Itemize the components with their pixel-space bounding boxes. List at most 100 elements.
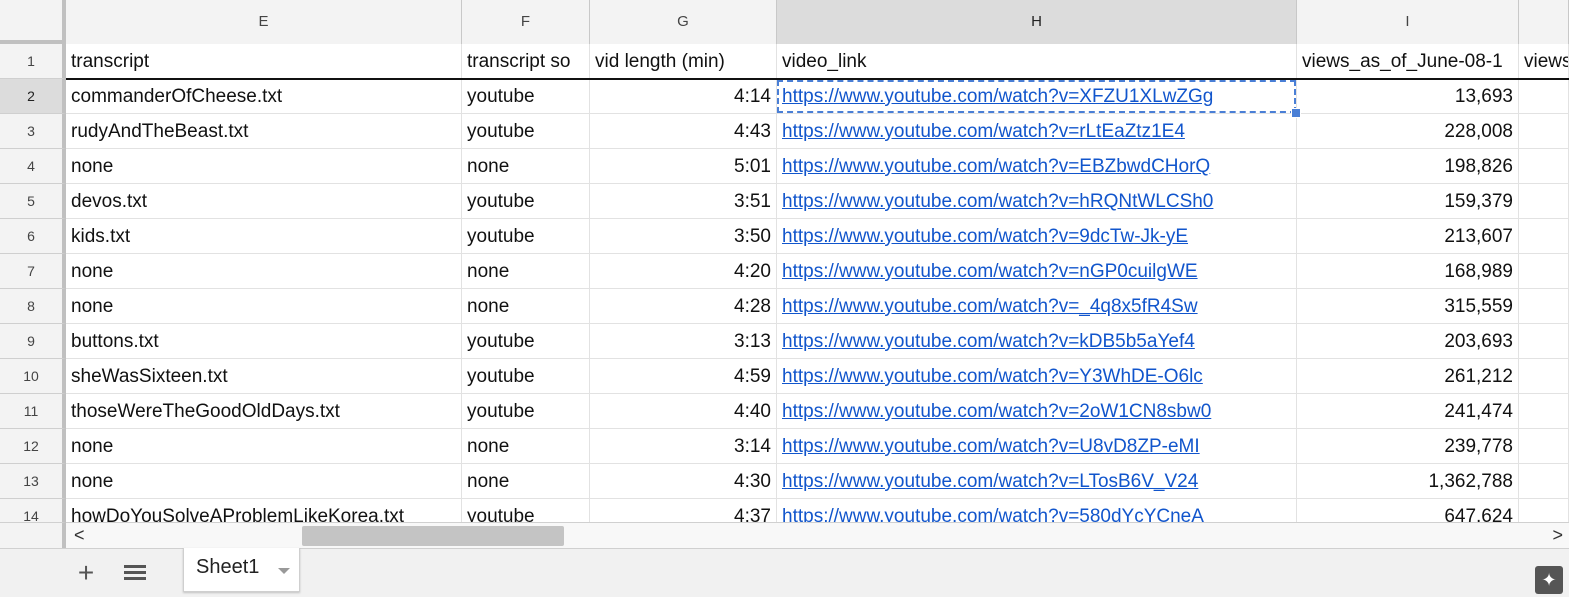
table-cell-views[interactable]: 213,607 xyxy=(1297,219,1519,254)
table-cell-transcript[interactable]: none xyxy=(66,289,462,324)
table-cell-length[interactable]: 4:30 xyxy=(590,464,777,499)
table-cell-length[interactable]: 4:43 xyxy=(590,114,777,149)
row-header[interactable]: 13 xyxy=(0,464,66,499)
table-cell[interactable] xyxy=(1519,289,1569,324)
row-header[interactable]: 7 xyxy=(0,254,66,289)
table-cell-views[interactable]: 261,212 xyxy=(1297,359,1519,394)
table-cell[interactable] xyxy=(1519,79,1569,114)
row-header[interactable]: 12 xyxy=(0,429,66,464)
table-cell-transcript[interactable]: devos.txt xyxy=(66,184,462,219)
video-link-cell[interactable]: https://www.youtube.com/watch?v=nGP0cuil… xyxy=(777,254,1297,289)
sheet-tab-sheet1[interactable]: Sheet1 xyxy=(183,548,300,592)
table-cell-source[interactable]: youtube xyxy=(462,79,590,114)
header-cell[interactable]: views_as_of_June-08-1 xyxy=(1297,44,1519,79)
header-cell[interactable]: vid length (min) xyxy=(590,44,777,79)
table-cell-source[interactable]: youtube xyxy=(462,114,590,149)
table-cell-source[interactable]: none xyxy=(462,429,590,464)
table-cell-views[interactable]: 168,989 xyxy=(1297,254,1519,289)
table-cell-transcript[interactable]: none xyxy=(66,429,462,464)
table-cell-transcript[interactable]: buttons.txt xyxy=(66,324,462,359)
table-cell-source[interactable]: none xyxy=(462,464,590,499)
header-cell[interactable]: transcript so xyxy=(462,44,590,79)
video-link-cell[interactable]: https://www.youtube.com/watch?v=9dcTw-Jk… xyxy=(777,219,1297,254)
table-cell[interactable] xyxy=(1519,394,1569,429)
table-cell-views[interactable]: 159,379 xyxy=(1297,184,1519,219)
table-cell-source[interactable]: none xyxy=(462,254,590,289)
row-header[interactable]: 6 xyxy=(0,219,66,254)
table-cell[interactable] xyxy=(1519,464,1569,499)
table-cell-transcript[interactable]: none xyxy=(66,464,462,499)
table-cell-length[interactable]: 3:50 xyxy=(590,219,777,254)
chevron-left-icon[interactable]: < xyxy=(74,525,85,546)
chevron-right-icon[interactable]: > xyxy=(1552,525,1563,546)
table-cell[interactable] xyxy=(1519,114,1569,149)
video-link-cell[interactable]: https://www.youtube.com/watch?v=U8vD8ZP-… xyxy=(777,429,1297,464)
table-cell-source[interactable]: youtube xyxy=(462,184,590,219)
table-cell-transcript[interactable]: commanderOfCheese.txt xyxy=(66,79,462,114)
column-header-h[interactable]: H xyxy=(777,0,1297,44)
row-header[interactable]: 11 xyxy=(0,394,66,429)
table-cell-length[interactable]: 4:20 xyxy=(590,254,777,289)
column-header-g[interactable]: G xyxy=(590,0,777,44)
table-cell-transcript[interactable]: sheWasSixteen.txt xyxy=(66,359,462,394)
table-cell-views[interactable]: 1,362,788 xyxy=(1297,464,1519,499)
caret-down-icon[interactable] xyxy=(278,568,290,574)
column-header-f[interactable]: F xyxy=(462,0,590,44)
row-header[interactable]: 10 xyxy=(0,359,66,394)
column-header-e[interactable]: E xyxy=(66,0,462,44)
video-link-cell[interactable]: https://www.youtube.com/watch?v=hRQNtWLC… xyxy=(777,184,1297,219)
table-cell[interactable] xyxy=(1519,149,1569,184)
video-link-cell[interactable]: https://www.youtube.com/watch?v=kDB5b5aY… xyxy=(777,324,1297,359)
column-header-next[interactable] xyxy=(1519,0,1569,44)
video-link-cell[interactable]: https://www.youtube.com/watch?v=EBZbwdCH… xyxy=(777,149,1297,184)
row-header[interactable]: 5 xyxy=(0,184,66,219)
table-cell-length[interactable]: 3:51 xyxy=(590,184,777,219)
header-cell[interactable]: video_link xyxy=(777,44,1297,79)
table-cell-length[interactable]: 4:14 xyxy=(590,79,777,114)
table-cell-source[interactable]: youtube xyxy=(462,359,590,394)
video-link-cell[interactable]: https://www.youtube.com/watch?v=2oW1CN8s… xyxy=(777,394,1297,429)
explore-icon[interactable]: ✦ xyxy=(1535,566,1563,594)
plus-icon[interactable]: + xyxy=(74,559,98,587)
table-cell-transcript[interactable]: rudyAndTheBeast.txt xyxy=(66,114,462,149)
header-cell[interactable]: views xyxy=(1519,44,1569,79)
table-cell-transcript[interactable]: none xyxy=(66,149,462,184)
table-cell-source[interactable]: youtube xyxy=(462,324,590,359)
row-header[interactable]: 3 xyxy=(0,114,66,149)
video-link-cell[interactable]: https://www.youtube.com/watch?v=rLtEaZtz… xyxy=(777,114,1297,149)
table-cell-length[interactable]: 3:14 xyxy=(590,429,777,464)
table-cell[interactable] xyxy=(1519,184,1569,219)
table-cell-views[interactable]: 241,474 xyxy=(1297,394,1519,429)
row-header[interactable]: 8 xyxy=(0,289,66,324)
table-cell[interactable] xyxy=(1519,219,1569,254)
horizontal-scrollbar[interactable]: < > xyxy=(66,522,1569,549)
table-cell-transcript[interactable]: none xyxy=(66,254,462,289)
row-header[interactable]: 2 xyxy=(0,79,66,114)
table-cell-views[interactable]: 198,826 xyxy=(1297,149,1519,184)
table-cell[interactable] xyxy=(1519,359,1569,394)
table-cell-length[interactable]: 4:28 xyxy=(590,289,777,324)
video-link-cell[interactable]: https://www.youtube.com/watch?v=LTosB6V_… xyxy=(777,464,1297,499)
video-link-cell[interactable]: https://www.youtube.com/watch?v=Y3WhDE-O… xyxy=(777,359,1297,394)
table-cell-length[interactable]: 4:59 xyxy=(590,359,777,394)
select-all-corner[interactable] xyxy=(0,0,66,44)
scrollbar-thumb[interactable] xyxy=(302,526,564,546)
table-cell[interactable] xyxy=(1519,254,1569,289)
table-cell-length[interactable]: 4:40 xyxy=(590,394,777,429)
table-cell-transcript[interactable]: thoseWereTheGoodOldDays.txt xyxy=(66,394,462,429)
table-cell-transcript[interactable]: kids.txt xyxy=(66,219,462,254)
table-cell-views[interactable]: 203,693 xyxy=(1297,324,1519,359)
table-cell[interactable] xyxy=(1519,324,1569,359)
row-header[interactable]: 9 xyxy=(0,324,66,359)
table-cell[interactable] xyxy=(1519,429,1569,464)
table-cell-length[interactable]: 5:01 xyxy=(590,149,777,184)
table-cell-views[interactable]: 13,693 xyxy=(1297,79,1519,114)
table-cell-source[interactable]: none xyxy=(462,289,590,324)
column-header-i[interactable]: I xyxy=(1297,0,1519,44)
table-cell-length[interactable]: 3:13 xyxy=(590,324,777,359)
row-header[interactable]: 4 xyxy=(0,149,66,184)
table-cell-source[interactable]: youtube xyxy=(462,394,590,429)
table-cell-views[interactable]: 228,008 xyxy=(1297,114,1519,149)
header-cell[interactable]: transcript xyxy=(66,44,462,79)
table-cell-source[interactable]: youtube xyxy=(462,219,590,254)
